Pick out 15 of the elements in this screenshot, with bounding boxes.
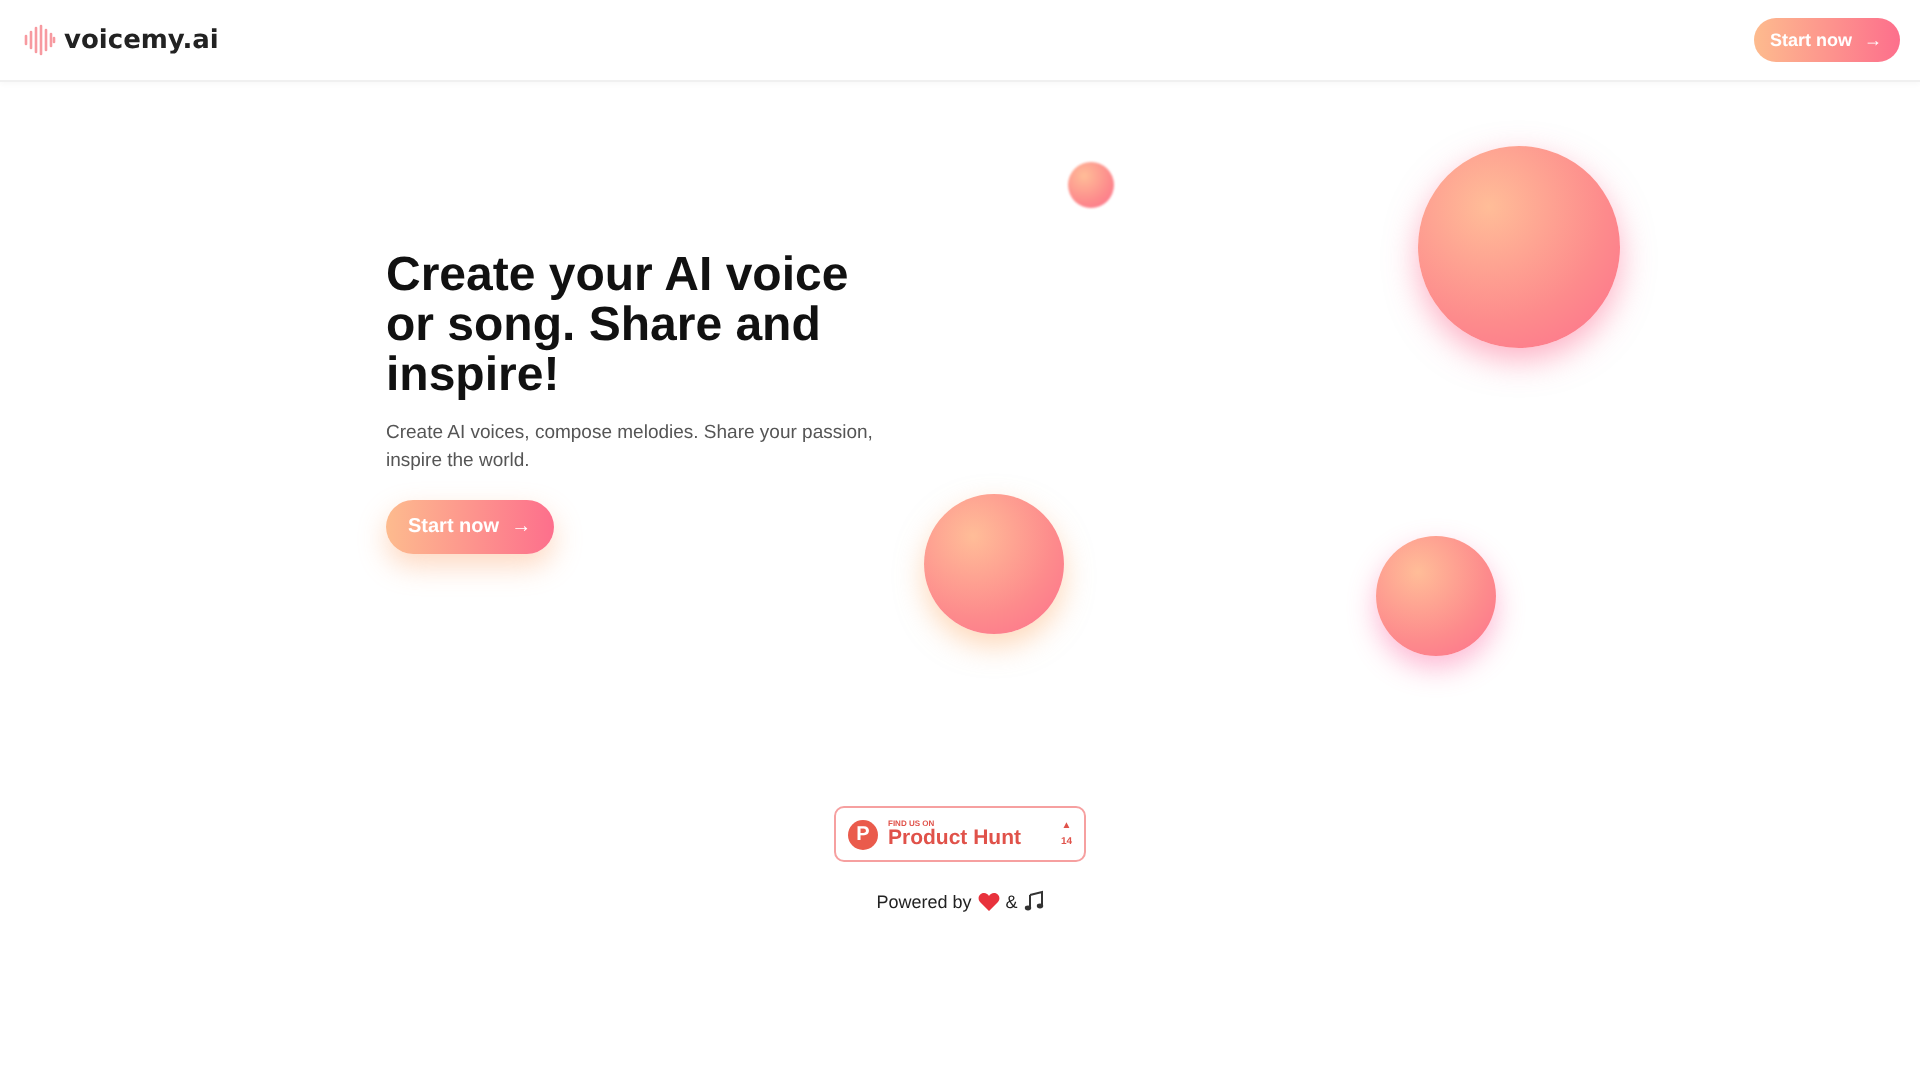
start-now-button[interactable]: Start now → — [1753, 18, 1900, 62]
ampersand-text: & — [1005, 891, 1018, 911]
powered-by-text: Powered by — [876, 891, 972, 911]
sphere-drawing — [1068, 162, 1114, 208]
badge-name: Product Hunt — [888, 828, 1023, 850]
hero-title: Create your AI voice or song. Share and inspire! — [386, 250, 851, 400]
start-now-button[interactable]: Start now → — [386, 500, 554, 554]
logo-text: voicemy.ai — [64, 25, 219, 55]
music-note-icon — [1023, 890, 1044, 912]
sphere-drawing — [924, 494, 1064, 634]
hero-subtitle: Create AI voices, compose melodies. Share your passion, inspire the world. — [386, 420, 875, 476]
sphere-drawing — [1376, 536, 1496, 656]
product-hunt-logo: P — [848, 819, 878, 849]
heart-icon — [977, 891, 1000, 911]
sound-wave-icon — [24, 24, 56, 56]
